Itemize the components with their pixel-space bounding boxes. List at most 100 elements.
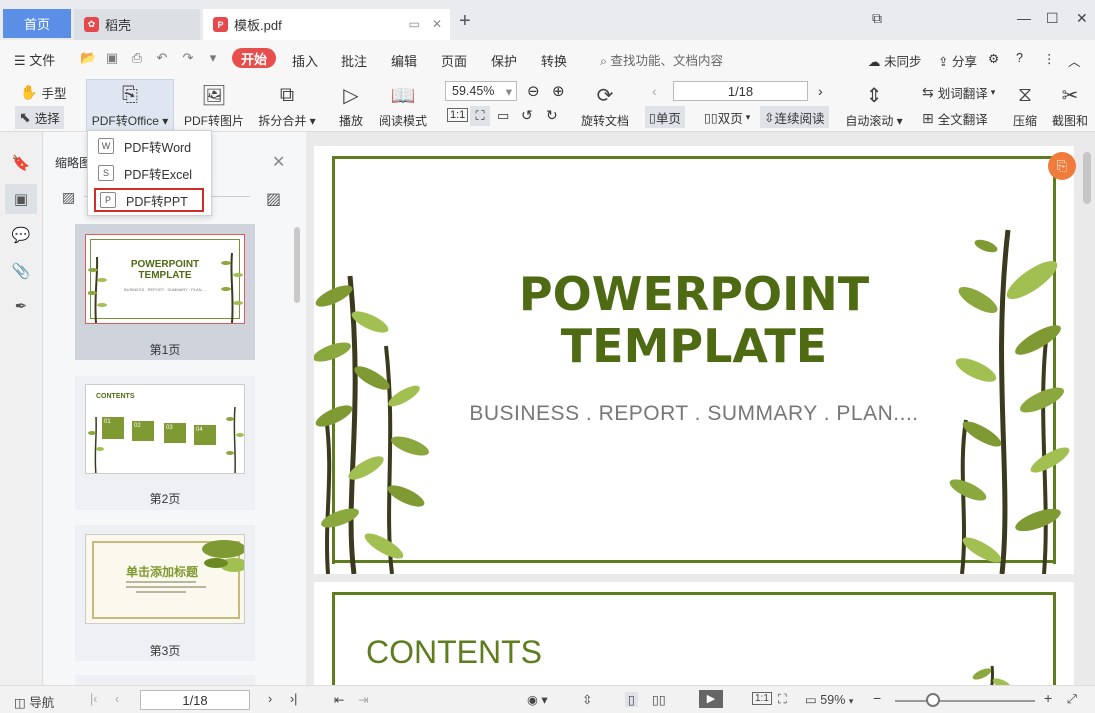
menu-protect[interactable]: 保护: [491, 51, 517, 70]
close-window-icon[interactable]: ✕: [1076, 10, 1088, 27]
fit-page-icon[interactable]: ⛶: [470, 106, 490, 126]
auto-scroll-icon: ⇕: [865, 84, 883, 107]
minimize-icon[interactable]: —: [1017, 10, 1031, 26]
share-button[interactable]: ⇪ 分享: [938, 51, 977, 70]
zoom-select[interactable]: 59.45% ▾: [445, 81, 517, 101]
settings-icon[interactable]: ⚙: [988, 51, 999, 66]
page-number-input[interactable]: 1/18: [673, 81, 808, 101]
menu-start[interactable]: 开始: [232, 48, 276, 68]
eye-protection-icon[interactable]: ◉ ▾: [527, 692, 548, 707]
tab-daoke-label: 稻壳: [105, 18, 132, 33]
large-thumb-icon[interactable]: ▨: [266, 189, 281, 209]
pdf-to-ppt-item[interactable]: P PDF转PPT: [94, 188, 204, 212]
prev-page-icon[interactable]: ‹: [115, 692, 119, 706]
prev-page-icon[interactable]: ‹: [652, 83, 657, 99]
actual-size-icon[interactable]: 1:1: [752, 692, 772, 705]
next-page-icon[interactable]: ›: [268, 692, 272, 706]
search-box[interactable]: ⌕ 查找功能、文档内容: [600, 50, 723, 69]
bookmark-icon[interactable]: 🔖: [10, 152, 32, 174]
maximize-icon[interactable]: ☐: [1046, 10, 1059, 27]
layout-switch-icon[interactable]: ⧉: [872, 10, 882, 27]
tab-daoke[interactable]: ✿ 稻壳: [74, 9, 200, 40]
zoom-in-icon[interactable]: ⊕: [552, 82, 565, 100]
menu-insert[interactable]: 插入: [292, 51, 318, 70]
thumbnail-icon[interactable]: ▣: [5, 184, 37, 214]
hand-tool-button[interactable]: ✋ 手型: [20, 83, 66, 102]
continuous-read-button[interactable]: ⇳ 连续阅读: [760, 106, 829, 128]
compress-button[interactable]: ⧖ 压缩: [1010, 82, 1040, 129]
print-icon[interactable]: ⎙: [129, 50, 145, 66]
new-tab-icon[interactable]: +: [459, 10, 471, 33]
split-merge-button[interactable]: ⧉ 拆分合并 ▾: [258, 82, 316, 129]
undo-icon[interactable]: ↶: [154, 50, 170, 66]
menu-annotate[interactable]: 批注: [341, 51, 367, 70]
zoom-in-icon[interactable]: +: [1044, 690, 1052, 706]
navigation-button[interactable]: ◫ 导航: [14, 692, 54, 711]
pdf-to-excel-item[interactable]: S PDF转Excel: [94, 161, 204, 185]
auto-scroll-button[interactable]: ⇕ 自动滚动 ▾: [845, 82, 903, 129]
close-icon[interactable]: ✕: [272, 152, 285, 172]
signature-icon[interactable]: ✒: [10, 295, 32, 317]
tab-home[interactable]: 首页: [3, 9, 71, 38]
menu-edit[interactable]: 编辑: [391, 51, 417, 70]
forward-icon[interactable]: ⇥: [358, 692, 368, 707]
last-page-icon[interactable]: ›|: [290, 692, 297, 706]
zoom-out-icon[interactable]: ⊖: [527, 82, 540, 100]
document-view[interactable]: POWERPOINT TEMPLATE BUSINESS . REPORT . …: [306, 132, 1095, 685]
zoom-dropdown[interactable]: ▭ 59% ▾: [805, 692, 853, 707]
pdf-to-office-content[interactable]: ⎘ PDF转Office ▾: [90, 82, 170, 129]
actual-size-icon[interactable]: 1:1: [447, 108, 469, 122]
back-icon[interactable]: ⇤: [334, 692, 344, 707]
rotate-document-button[interactable]: ⟳ 旋转文档: [580, 82, 630, 129]
zoom-out-icon[interactable]: −: [873, 690, 881, 706]
zoom-slider[interactable]: [895, 700, 1035, 702]
rotate-right-icon[interactable]: ↻: [546, 107, 558, 124]
first-page-icon[interactable]: |‹: [90, 692, 97, 706]
tab-template-pdf[interactable]: P 模板.pdf ▭ ✕: [203, 9, 450, 40]
fullscreen-icon[interactable]: ⤢: [1067, 692, 1077, 707]
tab-window-icon[interactable]: ▭: [409, 17, 420, 31]
thumbnail-scrollbar[interactable]: [294, 227, 300, 303]
word-translate-button[interactable]: ⇆ 划词翻译 ▾: [922, 83, 995, 102]
small-thumb-icon[interactable]: ▨: [62, 189, 75, 206]
menu-page[interactable]: 页面: [441, 51, 467, 70]
collapse-ribbon-icon[interactable]: ︿: [1068, 51, 1081, 70]
double-page-button[interactable]: ▯▯ 双页 ▾: [700, 106, 754, 128]
document-scrollbar[interactable]: [1083, 152, 1091, 204]
file-menu[interactable]: ☰ 文件: [14, 50, 55, 69]
more-icon[interactable]: ⋮: [1043, 51, 1056, 66]
sync-status[interactable]: ☁ 未同步: [868, 51, 922, 70]
single-page-button[interactable]: ▯ 单页: [645, 106, 685, 128]
help-icon[interactable]: ?: [1016, 51, 1023, 65]
float-action-icon[interactable]: ⎘: [1048, 152, 1076, 180]
chevron-down-icon[interactable]: ▾: [205, 50, 221, 66]
thumbnail-page-4[interactable]: [75, 675, 255, 685]
single-page-mode-icon[interactable]: ▯: [625, 692, 638, 707]
fit-width-icon[interactable]: ▭: [497, 108, 509, 124]
continuous-mode-icon[interactable]: ⇳: [582, 692, 592, 707]
play-slideshow-icon[interactable]: ▶: [699, 690, 723, 708]
open-folder-icon[interactable]: 📂: [80, 50, 96, 66]
pdf-to-word-item[interactable]: W PDF转Word: [94, 134, 204, 158]
comment-icon[interactable]: 💬: [10, 224, 32, 246]
play-button[interactable]: ▷ 播放: [337, 82, 365, 129]
menu-convert[interactable]: 转换: [541, 51, 567, 70]
full-translate-button[interactable]: ⊞ 全文翻译: [922, 109, 988, 128]
tab-close-icon[interactable]: ✕: [432, 17, 442, 31]
status-page-input[interactable]: 1/18: [140, 690, 250, 710]
screenshot-button[interactable]: ✂ 截图和: [1050, 82, 1090, 129]
save-icon[interactable]: ▣: [104, 50, 120, 66]
select-tool-button[interactable]: ⬉ 选择: [15, 106, 64, 129]
next-page-icon[interactable]: ›: [818, 83, 823, 99]
rotate-left-icon[interactable]: ↺: [521, 107, 533, 124]
double-page-mode-icon[interactable]: ▯▯: [652, 692, 666, 707]
pdf-to-image-button[interactable]: 🖼 PDF转图片: [184, 82, 244, 129]
fit-page-icon[interactable]: ⛶: [778, 692, 787, 707]
thumbnail-page-2[interactable]: CONTENTS 01 02 03 04 第2页: [75, 376, 255, 510]
attachment-icon[interactable]: 📎: [10, 260, 32, 282]
read-mode-button[interactable]: 📖 阅读模式: [377, 82, 429, 129]
thumbnail-page-3[interactable]: 单击添加标题 第3页: [75, 525, 255, 661]
redo-icon[interactable]: ↷: [180, 50, 196, 66]
zoom-slider-knob[interactable]: [926, 693, 941, 707]
thumbnail-page-1[interactable]: POWERPOINT TEMPLATE BUSINESS . REPORT . …: [75, 224, 255, 360]
